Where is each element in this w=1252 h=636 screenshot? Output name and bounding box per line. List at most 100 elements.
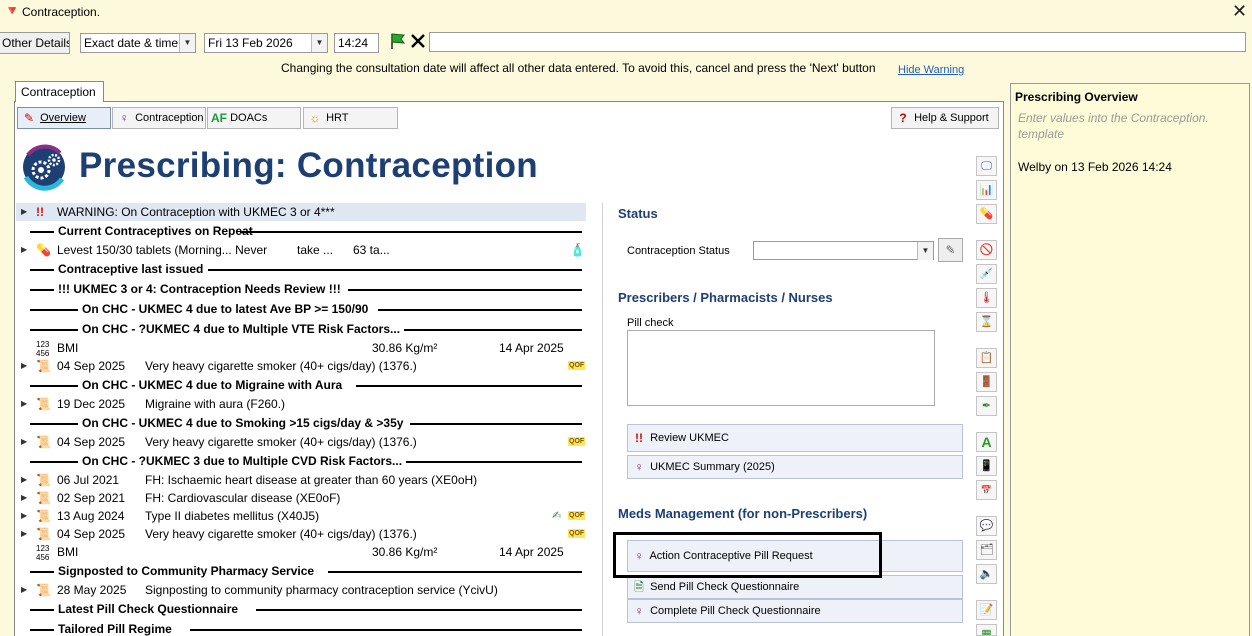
subheader-cvd: On CHC - ?UKMEC 3 due to Multiple CVD Ri… [30,452,582,470]
list-item[interactable]: ▶ 💊 Levest 150/30 tablets (Morning... Ne… [16,241,586,259]
entry-description: FH: Ischaemic heart disease at greater t… [145,473,478,487]
expand-icon[interactable]: ▶ [21,525,27,543]
problem-edit-icon: ✍ [552,510,562,522]
qof-badge: QOF [568,529,586,538]
button-label: UKMEC Summary (2025) [650,461,775,473]
pill-icon[interactable]: 💊 [976,204,997,224]
list-item[interactable]: ▶ 📜 04 Sep 2025 Very heavy cigarette smo… [16,525,586,543]
contraception-status-select[interactable]: ▼ [753,241,934,260]
thermometer-icon[interactable]: 🌡 [976,288,997,308]
no-syringe-icon[interactable]: 🚫 [976,240,997,260]
other-details-button[interactable]: Other Details... [0,32,70,54]
subtab-doacs[interactable]: AF DOACs [207,107,301,129]
expand-icon[interactable]: ▶ [21,203,27,221]
tab-contraception[interactable]: Contraception [15,81,104,102]
document-icon: 🗎 [634,580,644,595]
speaker-icon[interactable]: 🔈 [976,564,997,584]
review-ukmec-button[interactable]: !! Review UKMEC [627,424,963,452]
ukmec-summary-button[interactable]: ♀ UKMEC Summary (2025) [627,455,963,479]
entry-date: 02 Sep 2021 [57,491,126,505]
header-label: Signposted to Community Pharmacy Service [56,562,317,580]
expand-icon[interactable]: ▶ [21,241,27,259]
warning-text: WARNING: On Contraception with UKMEC 3 o… [57,205,335,219]
chart-icon[interactable]: 📊 [976,180,997,200]
bmi-value: 30.86 Kg/m² [372,341,438,355]
drug-name: Levest 150/30 tablets (Morning... Never [57,243,268,257]
subheader-migraine: On CHC - UKMEC 4 due to Migraine with Au… [30,376,582,394]
letter-a-icon[interactable]: A [976,432,997,452]
header-label: On CHC - UKMEC 4 due to Migraine with Au… [80,376,345,394]
subtab-hrt[interactable]: ☼ HRT [303,107,398,129]
subtab-label: HRT [326,112,349,124]
pill-check-textarea[interactable] [627,330,935,406]
complete-pill-check-button[interactable]: ♀ Complete Pill Check Questionnaire [627,599,963,623]
entry-description: Migraine with aura (F260.) [145,397,286,411]
subtab-overview[interactable]: ✎ Overview [17,107,111,129]
syringe-icon[interactable]: 💉 [976,264,997,284]
hourglass-icon[interactable]: ⌛ [976,312,997,332]
section-header-review: !!! UKMEC 3 or 4: Contraception Needs Re… [30,280,582,298]
clipboard-icon[interactable]: 📋 [976,348,997,368]
chevron-down-icon[interactable]: ▼ [311,34,327,52]
stack-icon[interactable]: 🗂 [976,540,997,560]
time-field[interactable]: 14:24 [334,33,379,53]
green-flag-icon[interactable] [388,31,408,51]
expand-icon[interactable]: ▶ [21,357,27,375]
list-item[interactable]: ▶ 📜 06 Jul 2021 FH: Ischaemic heart dise… [16,471,586,489]
warning-row[interactable]: ▶ !! WARNING: On Contraception with UKME… [16,203,586,221]
list-item[interactable]: ▶ 📜 04 Sep 2025 Very heavy cigarette smo… [16,433,586,451]
question-mark-icon: ? [899,111,907,126]
calendar-icon[interactable]: 📅 [976,480,997,500]
pencil-icon[interactable]: ✎ [938,238,963,262]
list-item[interactable]: ▶ 📜 02 Sep 2021 FH: Cardiovascular disea… [16,489,586,507]
subtab-label: Contraception [135,112,204,124]
entry-date: 06 Jul 2021 [57,473,120,487]
date-mode-value: Exact date & time [84,36,179,50]
list-item[interactable]: 123 456 BMI 30.86 Kg/m² 14 Apr 2025 [16,339,586,358]
close-window-button[interactable]: ✕ [1232,1,1247,21]
measurement-icon: 123 456 [36,340,50,358]
subheader-smoking: On CHC - UKMEC 4 due to Smoking >15 cigs… [30,414,582,432]
subtab-contraception[interactable]: ♀ Contraception [112,107,206,129]
expand-icon[interactable]: ▶ [21,471,27,489]
expand-icon[interactable]: ▶ [21,489,27,507]
page-title: Prescribing: Contraception [79,146,538,185]
entry-date: 28 May 2025 [57,583,127,597]
scroll-icon: 📜 [36,397,51,411]
drug-quantity: 63 ta... [353,243,390,257]
header-label: !!! UKMEC 3 or 4: Contraception Needs Re… [56,280,343,298]
overview-hint: Enter values into the Contraception. tem… [1018,111,1209,141]
date-mode-select[interactable]: Exact date & time ▼ [80,33,196,53]
grid-icon[interactable]: ▦ [976,624,997,636]
entry-date: 19 Dec 2025 [57,397,126,411]
send-pill-check-button[interactable]: 🗎 Send Pill Check Questionnaire [627,575,963,599]
meds-management-heading: Meds Management (for non-Prescribers) [618,506,868,521]
free-text-input[interactable] [429,32,1246,52]
expand-icon[interactable]: ▶ [21,433,27,451]
cross-icon[interactable] [409,32,427,50]
exit-icon[interactable]: 🚪 [976,372,997,392]
chevron-down-icon[interactable]: ▼ [179,34,195,52]
list-item[interactable]: ▶ 📜 19 Dec 2025 Migraine with aura (F260… [16,395,586,413]
scroll-icon: 📜 [36,473,51,487]
help-support-button[interactable]: ? Help & Support [891,107,999,129]
monitor-icon[interactable]: 🖵 [976,156,997,176]
list-item[interactable]: 123 456 BMI 30.86 Kg/m² 14 Apr 2025 [16,543,586,562]
female-symbol-icon: ♀ [634,460,644,475]
chat-icon[interactable]: 💬 [976,516,997,536]
list-item[interactable]: ▶ 📜 04 Sep 2025 Very heavy cigarette smo… [16,357,586,375]
expand-icon[interactable]: ▶ [21,395,27,413]
notepad-icon[interactable]: 📝 [976,600,997,620]
list-item[interactable]: ▶ 📜 28 May 2025 Signposting to community… [16,581,586,599]
header-label: On CHC - ?UKMEC 4 due to Multiple VTE Ri… [80,320,403,338]
date-picker[interactable]: Fri 13 Feb 2026 ▼ [204,33,328,53]
pen-cross-icon[interactable]: ✒ [976,396,997,416]
expand-icon[interactable]: ▶ [21,581,27,599]
expand-icon[interactable]: ▶ [21,507,27,525]
chevron-down-icon[interactable]: ▼ [917,242,933,260]
hide-warning-link[interactable]: Hide Warning [898,64,964,76]
list-item[interactable]: ▶ 📜 13 Aug 2024 Type II diabetes mellitu… [16,507,586,525]
action-pill-request-button[interactable]: ♀ Action Contraceptive Pill Request [627,540,963,572]
drug-dose: take ... [297,243,334,257]
phone-icon[interactable]: 📱 [976,456,997,476]
